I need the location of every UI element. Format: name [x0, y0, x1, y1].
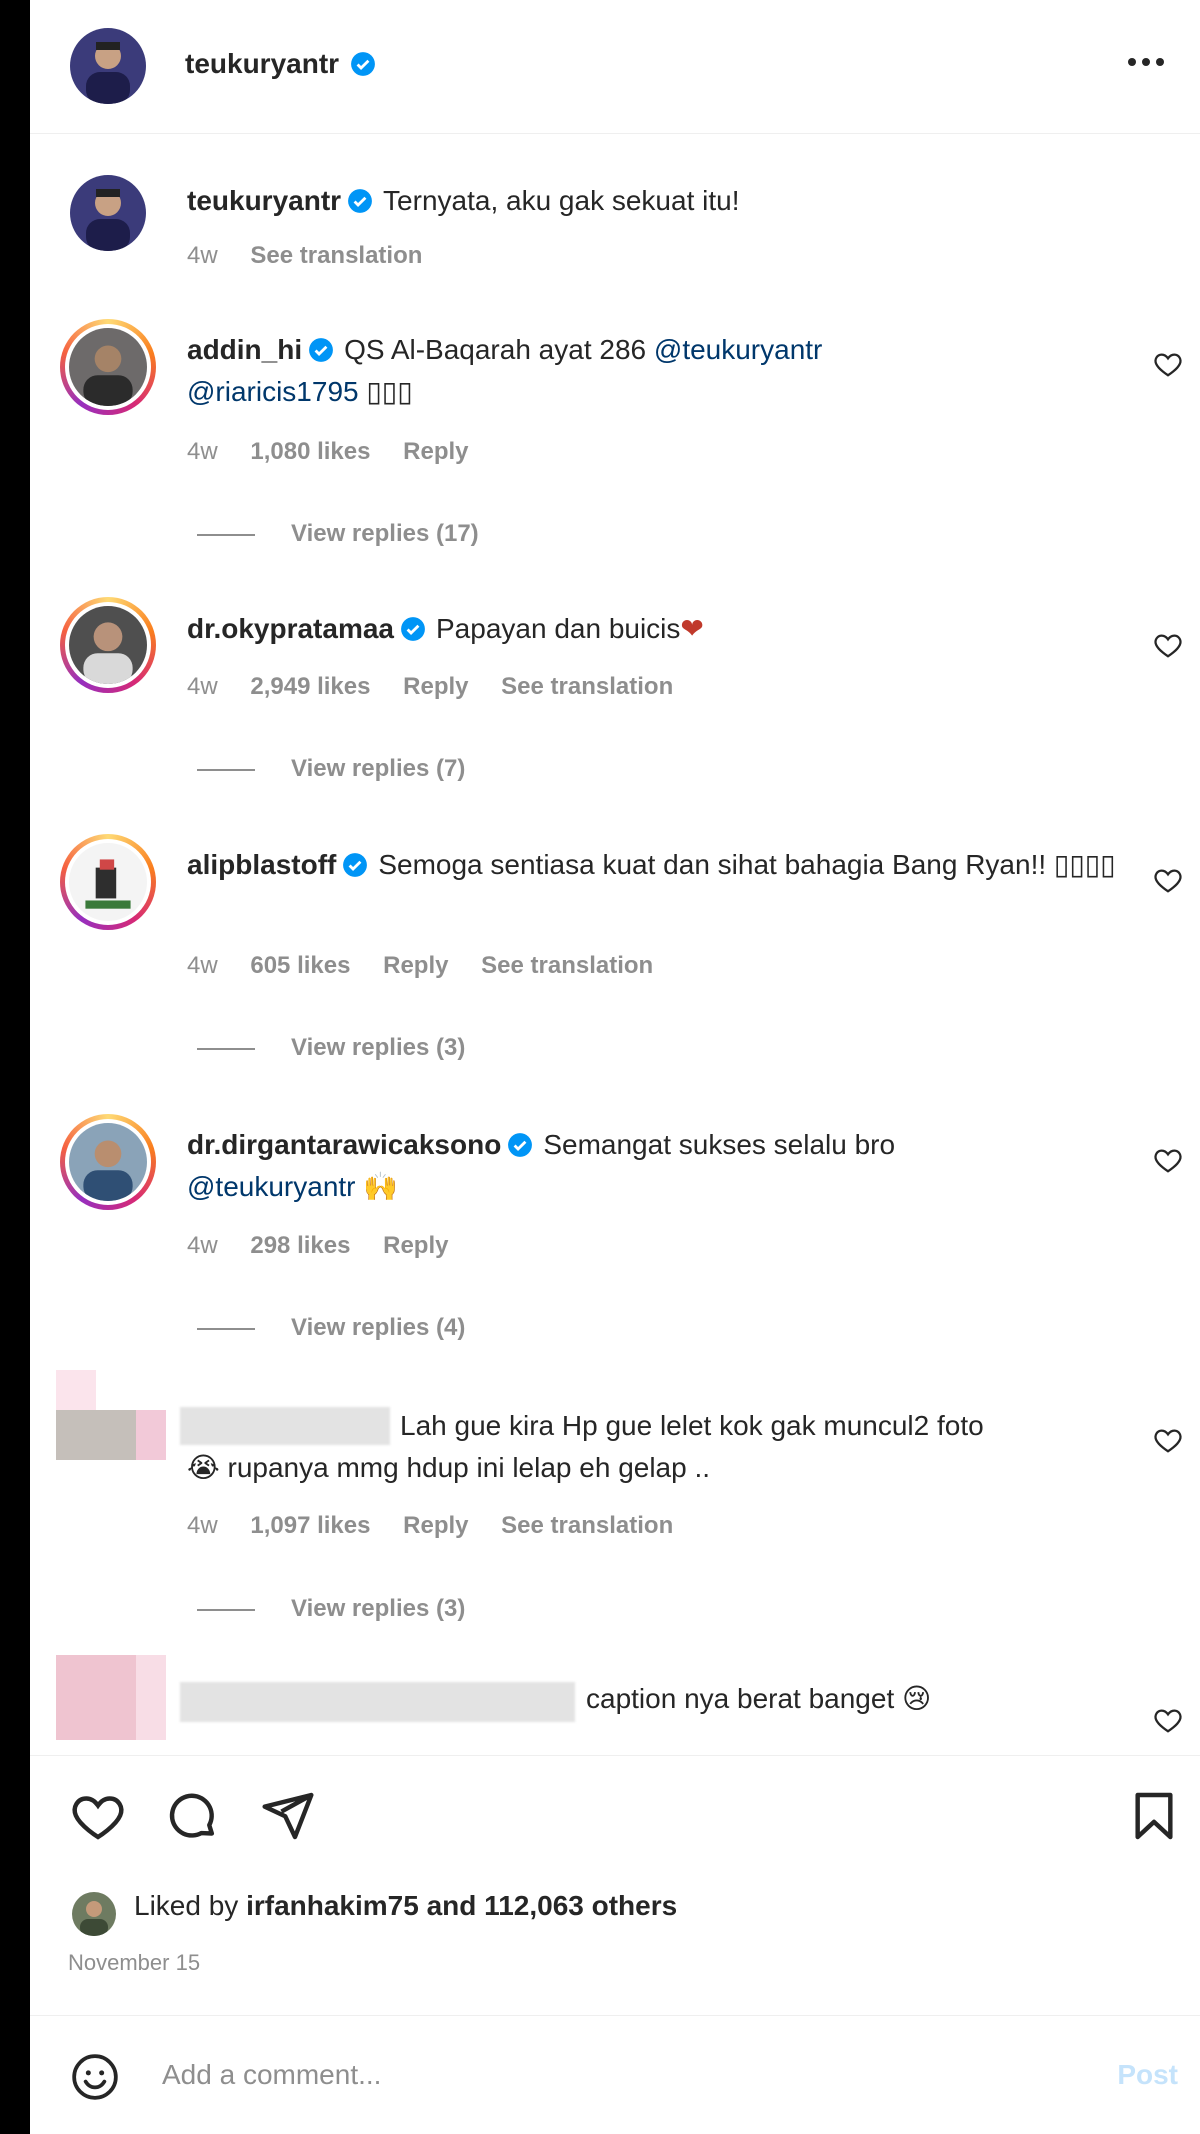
- view-replies-button[interactable]: View replies (3): [197, 1034, 465, 1062]
- timestamp: 4w: [187, 1232, 218, 1259]
- timestamp: 4w: [187, 438, 218, 465]
- heart-icon[interactable]: [1153, 1705, 1183, 1735]
- share-icon[interactable]: [260, 1788, 316, 1844]
- comment-item: caption nya berat banget 😢: [30, 1650, 1200, 1755]
- reply-button[interactable]: Reply: [403, 673, 468, 700]
- verified-badge-icon: [348, 189, 372, 213]
- reply-button[interactable]: Reply: [383, 1232, 448, 1259]
- see-translation-link[interactable]: See translation: [501, 1512, 673, 1539]
- caption-username[interactable]: teukuryantr: [187, 185, 341, 216]
- heart-icon[interactable]: [1153, 630, 1183, 660]
- more-options-icon[interactable]: [1126, 52, 1166, 72]
- avatar[interactable]: [60, 1114, 156, 1210]
- caption-text: teukuryantr Ternyata, aku gak sekuat itu!: [187, 185, 740, 216]
- comment-item: addin_hi QS Al-Baqarah ayat 286 @teukurya…: [30, 315, 1200, 570]
- emoji-icon[interactable]: [70, 2052, 120, 2102]
- instagram-post-panel: teukuryantr teukuryantr Ternyata, aku gak…: [30, 0, 1200, 2134]
- avatar[interactable]: [60, 597, 156, 693]
- comment-username[interactable]: alipblastoff: [187, 849, 336, 880]
- post-header: teukuryantr: [30, 0, 1200, 134]
- avatar[interactable]: [60, 319, 156, 415]
- caption-meta: 4w See translation: [187, 242, 448, 270]
- comment-meta: 4w 1,080 likes Reply: [187, 438, 495, 466]
- liked-by-text: Liked by irfanhakim75 and 112,063 others: [134, 1890, 678, 1921]
- comment-icon[interactable]: [164, 1788, 220, 1844]
- likes-total-link[interactable]: 112,063 others: [484, 1890, 677, 1921]
- comment-meta: 4w 1,097 likes Reply See translation: [187, 1512, 699, 1540]
- mention-link[interactable]: @teukuryantr: [654, 334, 823, 365]
- verified-badge-icon: [508, 1133, 533, 1157]
- reply-button[interactable]: Reply: [403, 1512, 468, 1539]
- view-replies-button[interactable]: View replies (17): [197, 520, 479, 548]
- comment-text: addin_hi QS Al-Baqarah ayat 286 @teukurya…: [187, 334, 823, 407]
- timestamp: 4w: [187, 673, 218, 700]
- comment-input[interactable]: Add a comment...: [162, 2059, 381, 2091]
- likes-count[interactable]: 298 likes: [250, 1232, 350, 1259]
- post-caption: teukuryantr Ternyata, aku gak sekuat itu!…: [30, 150, 1200, 280]
- comment-text: Lah gue kira Hp gue lelet kok gak muncul…: [400, 1410, 984, 1441]
- see-translation-link[interactable]: See translation: [501, 673, 673, 700]
- author-name[interactable]: teukuryantr: [185, 48, 376, 80]
- avatar[interactable]: [70, 175, 146, 251]
- heart-icon[interactable]: [1153, 1425, 1183, 1455]
- timestamp: 4w: [187, 1512, 218, 1539]
- comment-text: alipblastoff Semoga sentiasa kuat dan sih…: [187, 849, 1116, 880]
- liked-by-avatar[interactable]: [72, 1892, 116, 1936]
- like-heart-icon[interactable]: [70, 1788, 126, 1844]
- add-comment-bar: Add a comment... Post: [30, 2015, 1200, 2134]
- comment-meta: 4w 2,949 likes Reply See translation: [187, 673, 699, 701]
- comment-item: dr.okypratamaa Papayan dan buicis❤ 4w 2,9…: [30, 595, 1200, 805]
- likes-count[interactable]: 605 likes: [250, 952, 350, 979]
- verified-badge-icon: [401, 617, 425, 641]
- likes-count[interactable]: 1,080 likes: [250, 438, 370, 465]
- censored-avatar: [56, 1370, 166, 1460]
- avatar[interactable]: [60, 834, 156, 930]
- likes-count[interactable]: 1,097 likes: [250, 1512, 370, 1539]
- bookmark-icon[interactable]: [1126, 1788, 1182, 1844]
- comment-username[interactable]: dr.dirgantarawicaksono: [187, 1129, 501, 1160]
- comment-item: alipblastoff Semoga sentiasa kuat dan sih…: [30, 830, 1200, 1080]
- view-replies-button[interactable]: View replies (7): [197, 755, 465, 783]
- post-button[interactable]: Post: [1117, 2059, 1178, 2091]
- timestamp: 4w: [187, 952, 218, 979]
- heart-icon[interactable]: [1153, 1145, 1183, 1175]
- heart-icon[interactable]: [1153, 349, 1183, 379]
- post-date: November 15: [68, 1950, 201, 1975]
- verified-badge-icon: [309, 338, 334, 362]
- see-translation-link[interactable]: See translation: [481, 952, 653, 979]
- censored-username: [180, 1407, 390, 1445]
- reply-button[interactable]: Reply: [383, 952, 448, 979]
- comment-username[interactable]: addin_hi: [187, 334, 302, 365]
- comment-text-continued: 😭 rupanya mmg hdup ini lelap eh gelap ..: [187, 1452, 711, 1483]
- comment-username[interactable]: dr.okypratamaa: [187, 613, 394, 644]
- comment-text: dr.okypratamaa Papayan dan buicis❤: [187, 613, 704, 644]
- author-avatar[interactable]: [70, 28, 146, 104]
- comment-item: Lah gue kira Hp gue lelet kok gak muncul…: [30, 1365, 1200, 1630]
- timestamp: 4w: [187, 242, 218, 269]
- mention-link[interactable]: @teukuryantr: [187, 1171, 356, 1202]
- view-replies-button[interactable]: View replies (4): [197, 1314, 465, 1342]
- comment-text: dr.dirgantarawicaksono Semangat sukses se…: [187, 1129, 896, 1202]
- view-replies-button[interactable]: View replies (3): [197, 1595, 465, 1623]
- reply-button[interactable]: Reply: [403, 438, 468, 465]
- censored-username: [180, 1682, 575, 1722]
- comment-meta: 4w 298 likes Reply: [187, 1232, 474, 1260]
- comment-meta: 4w 605 likes Reply See translation: [187, 952, 679, 980]
- heart-icon[interactable]: [1153, 865, 1183, 895]
- likes-count[interactable]: 2,949 likes: [250, 673, 370, 700]
- see-translation-link[interactable]: See translation: [250, 242, 422, 269]
- comment-item: dr.dirgantarawicaksono Semangat sukses se…: [30, 1110, 1200, 1360]
- mention-link[interactable]: @riaricis1795: [187, 376, 359, 407]
- verified-badge-icon: [343, 853, 368, 877]
- verified-badge-icon: [350, 52, 375, 76]
- censored-avatar: [56, 1655, 166, 1740]
- comment-text: caption nya berat banget 😢: [586, 1683, 932, 1714]
- liked-by-user-link[interactable]: irfanhakim75: [246, 1890, 419, 1921]
